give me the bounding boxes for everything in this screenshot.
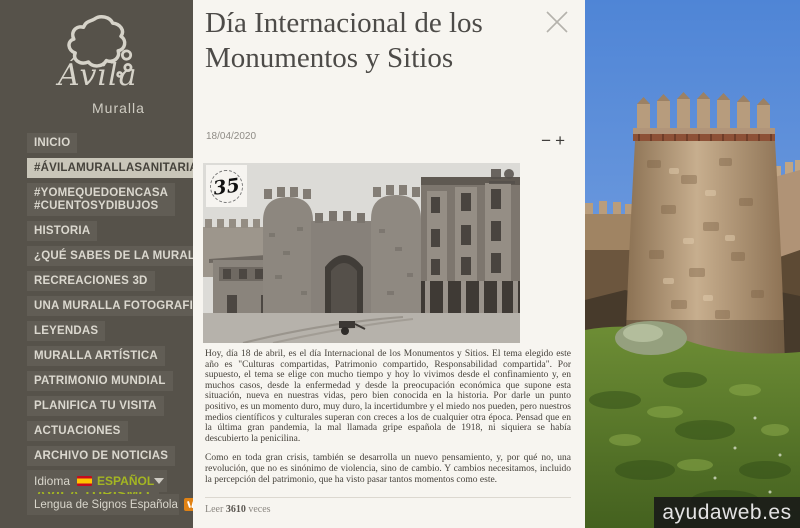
sidebar-item-recreaciones-3d[interactable]: RECREACIONES 3D	[27, 271, 155, 291]
chevron-down-icon	[154, 478, 164, 484]
font-size-controls: −+	[541, 131, 569, 151]
sidebar-item-planifica-visita[interactable]: PLANIFICA TU VISITA	[27, 396, 164, 416]
article-body: Hoy, día 18 de abril, es el día Internac…	[205, 349, 571, 528]
logo-brand-text: Ávila	[58, 58, 137, 93]
sidebar-item-inicio[interactable]: INICIO	[27, 133, 77, 153]
font-decrease-button[interactable]: −	[541, 131, 555, 150]
page-title: Día Internacional de los Monumentos y Si…	[205, 6, 517, 76]
divider	[205, 497, 571, 498]
font-increase-button[interactable]: +	[555, 131, 569, 150]
article-photo-historic-gate[interactable]: 35	[203, 163, 520, 343]
avila-wall-photo: ayudaweb.es	[585, 0, 800, 528]
sidebar-item-yomequedoencasa[interactable]: #YOMEQUEDOENCASA #CUENTOSYDIBUJOS	[27, 183, 175, 216]
language-value: ESPAÑOL	[97, 474, 154, 488]
sidebar-item-muralla-artistica[interactable]: MURALLA ARTÍSTICA	[27, 346, 165, 366]
sidebar-item-historia[interactable]: HISTORIA	[27, 221, 97, 241]
sidebar-item-actuaciones[interactable]: ACTUACIONES	[27, 421, 128, 441]
close-icon[interactable]	[543, 8, 571, 36]
read-count: Leer 3610 veces	[205, 504, 571, 515]
site-logo[interactable]: Ávila Muralla	[0, 0, 193, 128]
spain-flag-icon	[77, 476, 92, 486]
sidebar-item-patrimonio-mundial[interactable]: PATRIMONIO MUNDIAL	[27, 371, 173, 391]
watermark-label: ayudaweb.es	[654, 497, 800, 528]
paragraph: Como en toda gran crisis, también se des…	[205, 453, 571, 485]
article-date: 18/04/2020	[206, 131, 256, 142]
logo-sub-text: Muralla	[92, 100, 145, 116]
sidebar: Ávila Muralla INICIO #ÁVILAMURALLASANITA…	[0, 0, 193, 528]
sidebar-item-archivo-noticias[interactable]: ARCHIVO DE NOTICIAS	[27, 446, 175, 466]
language-label: Idioma	[34, 474, 70, 488]
sidebar-item-avilamurallasanitaria[interactable]: #ÁVILAMURALLASANITARIA	[27, 158, 205, 178]
sidebar-nav: INICIO #ÁVILAMURALLASANITARIA #YOMEQUEDO…	[27, 133, 187, 507]
photo-number-badge: 35	[206, 165, 247, 207]
paragraph: Hoy, día 18 de abril, es el día Internac…	[205, 349, 571, 444]
sidebar-item-leyendas[interactable]: LEYENDAS	[27, 321, 105, 341]
article-panel: Día Internacional de los Monumentos y Si…	[193, 0, 585, 528]
language-selector[interactable]: Idioma ESPAÑOL	[27, 470, 167, 492]
sign-language-label: Lengua de Signos Española	[34, 499, 178, 511]
sign-language-link[interactable]: Lengua de Signos Española	[27, 494, 179, 515]
badge-ring: 35	[208, 167, 245, 204]
